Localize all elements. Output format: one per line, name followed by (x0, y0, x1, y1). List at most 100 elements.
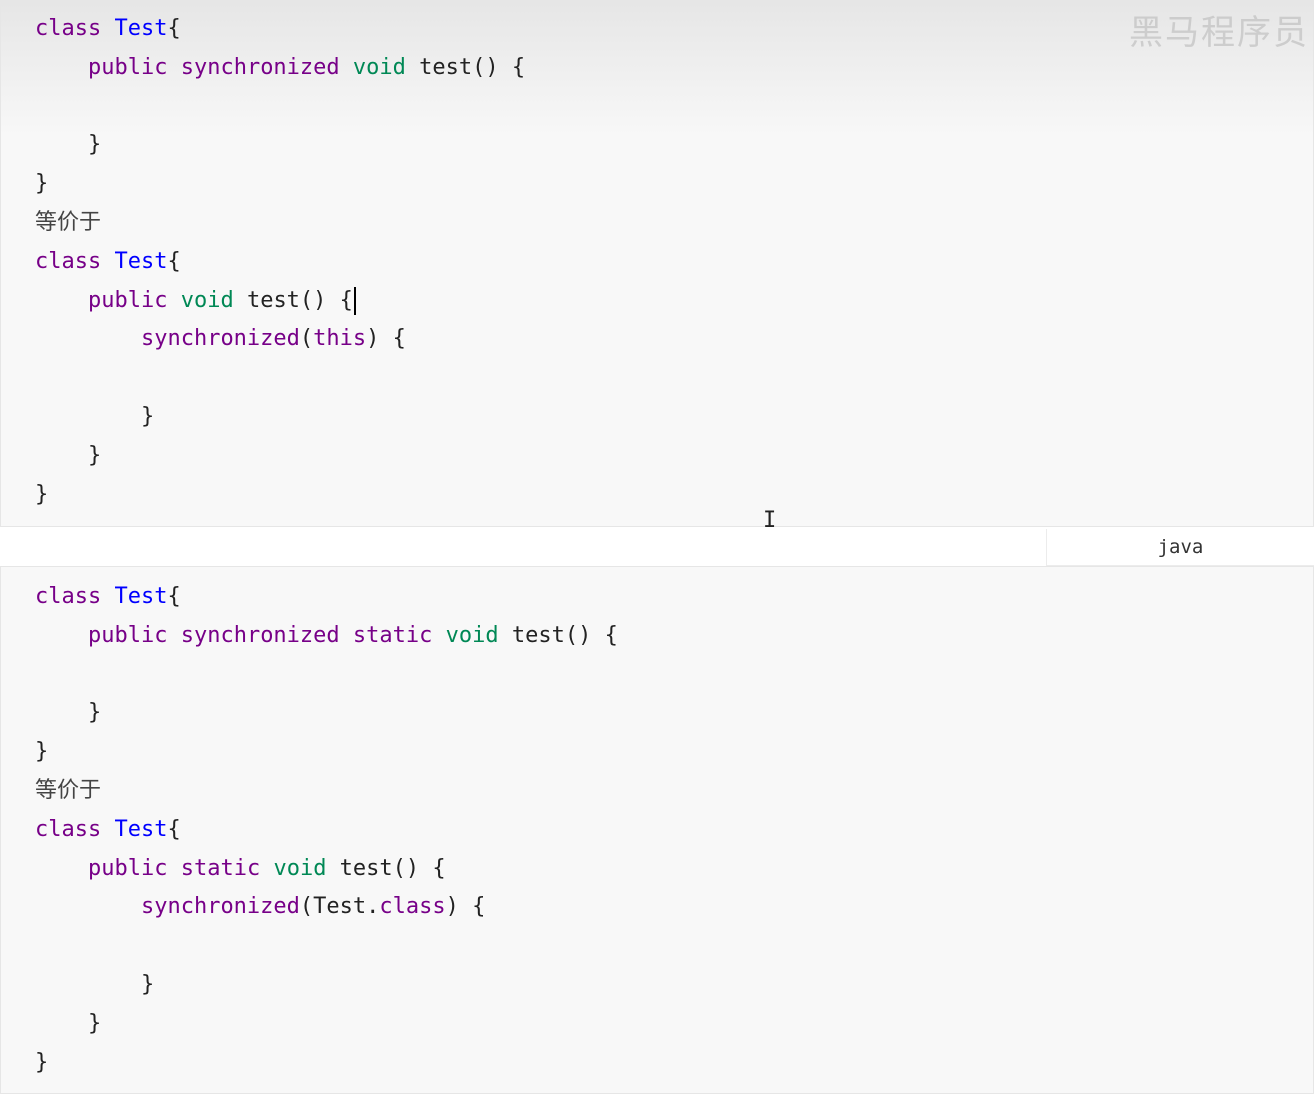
code-line[interactable] (35, 927, 618, 966)
code-block-2[interactable]: class Test{ public synchronized static v… (0, 566, 1314, 1094)
code-token-keyword: public (87, 855, 168, 881)
code-token-plain: } (35, 403, 155, 429)
code-line[interactable]: } (35, 437, 525, 476)
code-token-type: void (273, 855, 327, 881)
code-line[interactable]: } (35, 165, 525, 204)
code-token-keyword: public (87, 287, 168, 313)
code-token-keyword: static (352, 622, 433, 648)
code-token-plain: ( (299, 326, 314, 352)
code-token-plain: test() { (233, 287, 353, 313)
code-line[interactable]: class Test{ (35, 811, 618, 850)
language-label[interactable]: java (1046, 529, 1314, 566)
code-line[interactable]: class Test{ (35, 578, 618, 617)
code-token-plain: test() { (498, 622, 618, 648)
code-lines[interactable]: class Test{ public synchronized static v… (35, 578, 618, 1082)
code-token-def: Test (114, 816, 168, 842)
code-token-plain: } (35, 132, 102, 158)
code-line[interactable]: } (35, 733, 618, 772)
code-line[interactable]: synchronized(this) { (35, 320, 525, 359)
code-line[interactable]: public synchronized void test() { (35, 49, 525, 88)
code-token-type: void (445, 622, 499, 648)
code-line[interactable]: } (35, 694, 618, 733)
code-token-plain: ) { (366, 326, 406, 352)
code-token-keyword: synchronized (140, 326, 300, 352)
code-line[interactable]: } (35, 966, 618, 1005)
code-token-keyword: public (87, 622, 168, 648)
code-line[interactable]: } (35, 1044, 618, 1083)
code-token-plain: } (35, 700, 102, 726)
code-token-plain: { (167, 584, 181, 609)
code-line[interactable]: } (35, 1005, 618, 1044)
code-token-keyword: synchronized (140, 894, 300, 920)
code-token-type: void (352, 54, 406, 80)
code-line[interactable]: } (35, 398, 525, 437)
code-line[interactable] (35, 359, 525, 398)
code-token-keyword: class (35, 248, 102, 274)
code-token-plain: { (167, 16, 181, 41)
code-token-keyword: synchronized (180, 622, 340, 648)
code-line[interactable]: synchronized(Test.class) { (35, 888, 618, 927)
code-line[interactable]: public void test() { (35, 282, 525, 321)
code-line[interactable]: public synchronized static void test() { (35, 617, 618, 656)
code-token-plain: } (35, 171, 49, 197)
code-token-plain: } (35, 481, 49, 507)
code-line[interactable]: } (35, 476, 525, 515)
code-token-plain: (Test. (299, 894, 380, 920)
code-token-plain: { (167, 248, 181, 274)
code-token-cn: 等价于 (35, 209, 102, 235)
code-token-plain: test() { (405, 54, 526, 80)
code-token-def: Test (114, 248, 168, 274)
code-token-cn: 等价于 (35, 777, 102, 803)
code-line[interactable]: } (35, 126, 525, 165)
code-token-keyword: synchronized (180, 54, 340, 80)
code-token-def: Test (114, 16, 168, 41)
code-token-keyword: public (87, 54, 168, 80)
code-line[interactable] (35, 88, 525, 127)
text-caret (353, 286, 356, 315)
code-token-keyword: static (180, 855, 261, 881)
watermark-logo: 黑马程序员 (1129, 13, 1309, 53)
code-token-type: void (180, 287, 234, 313)
code-token-plain: ) { (445, 894, 486, 920)
code-token-keyword: class (35, 584, 102, 609)
code-line[interactable]: class Test{ (35, 10, 525, 49)
code-token-plain: } (35, 1010, 102, 1036)
text-cursor-icon: I (763, 508, 777, 533)
code-token-plain: } (35, 1049, 49, 1075)
code-token-plain: test() { (326, 855, 446, 881)
code-line[interactable]: 等价于 (35, 772, 618, 811)
code-token-keyword: class (35, 816, 102, 842)
code-line[interactable]: class Test{ (35, 243, 525, 282)
code-line[interactable] (35, 656, 618, 695)
code-token-keyword: class (379, 894, 446, 920)
code-token-def: Test (114, 584, 168, 609)
code-token-keyword: class (35, 16, 102, 41)
code-token-plain: } (35, 739, 49, 765)
code-line[interactable]: 等价于 (35, 204, 525, 243)
code-lines[interactable]: class Test{ public synchronized void tes… (35, 10, 525, 514)
code-block-1[interactable]: class Test{ public synchronized void tes… (0, 0, 1314, 527)
code-line[interactable]: public static void test() { (35, 850, 618, 889)
code-token-plain: } (35, 971, 155, 997)
code-token-plain: { (167, 816, 181, 842)
code-token-keyword: this (313, 326, 367, 352)
code-token-plain: } (35, 442, 102, 468)
